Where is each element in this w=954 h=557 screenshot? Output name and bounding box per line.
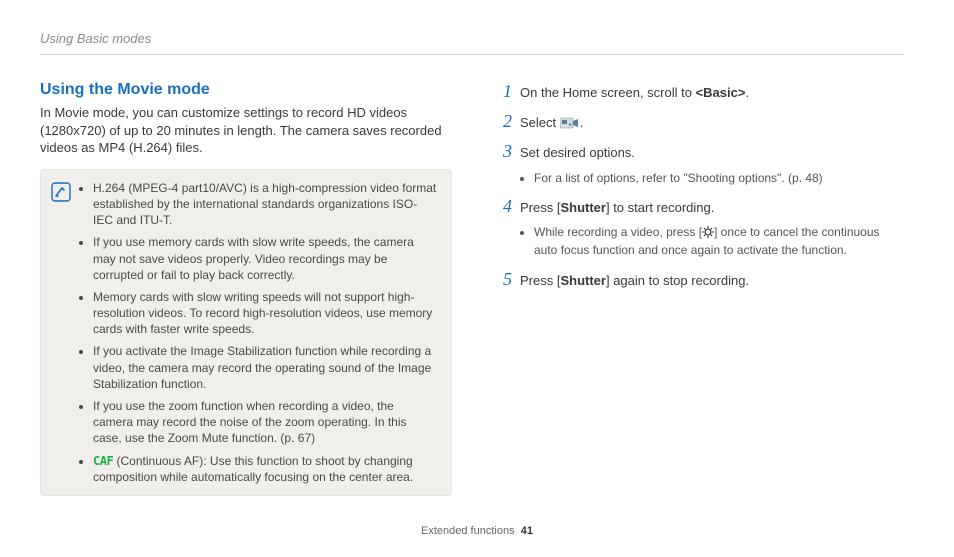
section-title: Using the Movie mode — [40, 79, 452, 101]
sub-item: While recording a video, press [] once t… — [534, 224, 904, 258]
step-text: ] to start recording. — [606, 200, 714, 215]
step-2: 2 Select . — [492, 109, 904, 134]
step-number: 1 — [492, 79, 512, 103]
step-text: Press [ — [520, 273, 560, 288]
intro-text: In Movie mode, you can customize setting… — [40, 104, 452, 157]
steps-list: 1 On the Home screen, scroll to <Basic>.… — [492, 79, 904, 291]
note-item: Memory cards with slow writing speeds wi… — [93, 289, 437, 338]
focus-icon — [702, 226, 714, 242]
step-bold: Shutter — [560, 273, 606, 288]
right-column: 1 On the Home screen, scroll to <Basic>.… — [492, 79, 904, 496]
step-text: ] again to stop recording. — [606, 273, 749, 288]
note-item: If you activate the Image Stabilization … — [93, 343, 437, 392]
step-text: On the Home screen, scroll to — [520, 85, 696, 100]
step-bold: <Basic> — [696, 85, 746, 100]
breadcrumb: Using Basic modes — [40, 30, 904, 55]
step-text: Select — [520, 115, 560, 130]
caf-icon: CAF — [93, 454, 113, 468]
note-box: H.264 (MPEG-4 part10/AVC) is a high-comp… — [40, 169, 452, 496]
step-number: 2 — [492, 109, 512, 133]
step-body: Press [Shutter] to start recording. — [520, 199, 904, 217]
footer-page-number: 41 — [521, 525, 533, 537]
step-text: Set desired options. — [520, 145, 635, 160]
step-3: 3 Set desired options. — [492, 139, 904, 163]
content-columns: Using the Movie mode In Movie mode, you … — [40, 79, 904, 496]
step-text: . — [745, 85, 749, 100]
left-column: Using the Movie mode In Movie mode, you … — [40, 79, 452, 496]
note-item: If you use the zoom function when record… — [93, 398, 437, 447]
footer-section: Extended functions — [421, 525, 515, 537]
step-bold: Shutter — [560, 200, 606, 215]
note-list: H.264 (MPEG-4 part10/AVC) is a high-comp… — [79, 180, 437, 485]
page-footer: Extended functions 41 — [0, 524, 954, 539]
step-text: Press [ — [520, 200, 560, 215]
sub-text: While recording a video, press [ — [534, 225, 702, 239]
caf-text: (Continuous AF): Use this function to sh… — [93, 454, 413, 484]
step-body: Press [Shutter] again to stop recording. — [520, 272, 904, 290]
step-number: 3 — [492, 139, 512, 163]
step-5: 5 Press [Shutter] again to stop recordin… — [492, 267, 904, 291]
step-3-sub: For a list of options, refer to "Shootin… — [492, 170, 904, 186]
step-1: 1 On the Home screen, scroll to <Basic>. — [492, 79, 904, 103]
step-4: 4 Press [Shutter] to start recording. — [492, 194, 904, 218]
step-body: Set desired options. — [520, 144, 904, 162]
note-item: H.264 (MPEG-4 part10/AVC) is a high-comp… — [93, 180, 437, 229]
manual-page: Using Basic modes Using the Movie mode I… — [0, 0, 954, 557]
step-number: 5 — [492, 267, 512, 291]
step-body: Select . — [520, 114, 904, 134]
sub-item: For a list of options, refer to "Shootin… — [534, 170, 904, 186]
note-item: If you use memory cards with slow write … — [93, 234, 437, 283]
step-number: 4 — [492, 194, 512, 218]
step-text: . — [580, 115, 584, 130]
movie-mode-icon — [560, 116, 580, 134]
note-icon — [51, 182, 73, 485]
note-item-caf: CAF (Continuous AF): Use this function t… — [93, 453, 437, 485]
step-body: On the Home screen, scroll to <Basic>. — [520, 84, 904, 102]
step-4-sub: While recording a video, press [] once t… — [492, 224, 904, 258]
